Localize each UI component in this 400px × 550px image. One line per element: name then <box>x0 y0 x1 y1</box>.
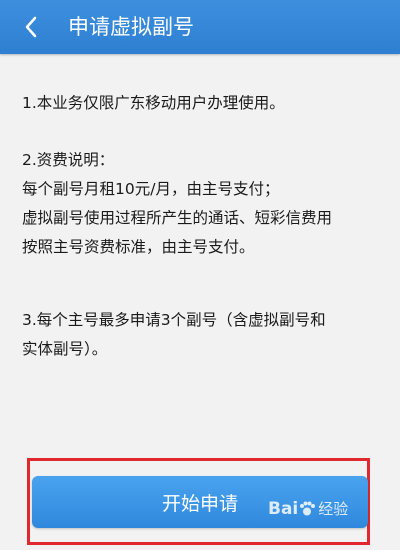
app-bar: 申请虚拟副号 <box>0 0 400 54</box>
watermark-brand: Bai <box>268 498 299 519</box>
back-button[interactable] <box>16 12 46 42</box>
page-title: 申请虚拟副号 <box>68 15 194 39</box>
paw-icon <box>300 501 316 515</box>
term-3-line-2: 实体副号）。 <box>22 340 108 358</box>
term-2-line-1: 2.资费说明： <box>22 151 115 169</box>
term-1: 1.本业务仅限广东移动用户办理使用。 <box>22 89 285 118</box>
term-2-line-2: 每个副号月租10元/月，由主号支付； <box>22 180 280 198</box>
term-3: 3.每个主号最多申请3个副号（含虚拟副号和 实体副号）。 <box>22 306 326 364</box>
term-2-line-3: 虚拟副号使用过程所产生的通话、短彩信费用 <box>22 209 333 227</box>
term-3-line-1: 3.每个主号最多申请3个副号（含虚拟副号和 <box>22 311 326 329</box>
chevron-left-icon <box>25 16 37 38</box>
term-1-line-1: 1.本业务仅限广东移动用户办理使用。 <box>22 94 285 112</box>
watermark-suffix: 经验 <box>318 500 349 518</box>
term-2: 2.资费说明： 每个副号月租10元/月，由主号支付； 虚拟副号使用过程所产生的通… <box>22 146 332 262</box>
term-2-line-4: 按照主号资费标准，由主号支付。 <box>22 238 255 256</box>
baidu-watermark: Bai 经验 <box>268 498 348 519</box>
